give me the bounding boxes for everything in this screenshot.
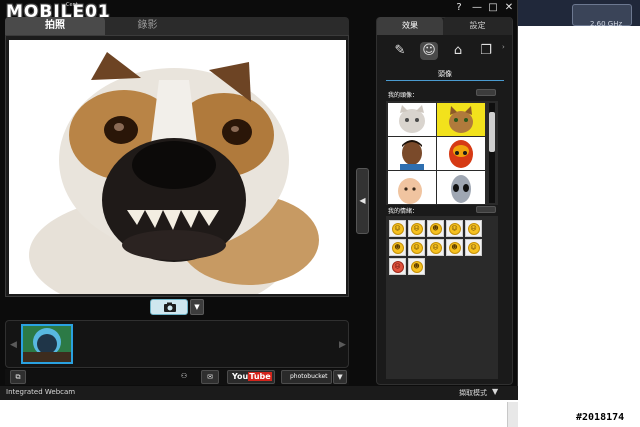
avatar-item[interactable] <box>437 137 485 170</box>
tab-effects[interactable]: 效果 <box>377 17 443 35</box>
avatar-item[interactable] <box>437 171 485 204</box>
alien-avatar <box>437 171 485 204</box>
tab-video[interactable]: 錄影 <box>105 17 190 35</box>
help-button[interactable]: ? <box>452 2 466 14</box>
emotion-item[interactable]: ☹ <box>389 258 406 275</box>
kitten-avatar <box>388 103 436 136</box>
palette-icon[interactable]: ✎ <box>391 42 409 60</box>
angry-icon: ☹ <box>391 260 404 273</box>
camera-icon <box>164 302 176 312</box>
grin-icon: ☻ <box>410 260 423 273</box>
fire-mask-avatar <box>437 137 485 170</box>
capture-button[interactable] <box>150 299 188 315</box>
avatar-item[interactable] <box>388 137 436 170</box>
more-share-dropdown[interactable]: ▼ <box>333 370 347 384</box>
strip-right-arrow-icon[interactable]: ▶ <box>339 340 346 350</box>
grin-icon: ☻ <box>391 241 404 254</box>
boy-avatar <box>388 137 436 170</box>
capture-options-dropdown[interactable]: ▼ <box>190 299 204 315</box>
maximize-button[interactable]: □ <box>486 2 500 14</box>
capture-mode-label[interactable]: 擷取模式 <box>459 388 487 398</box>
emotion-item[interactable]: ☹ <box>427 239 444 256</box>
my-emotions-label: 我的情緒： <box>388 208 419 215</box>
avatar-item[interactable] <box>388 103 436 136</box>
smile-icon: ☺ <box>410 241 423 254</box>
status-bar <box>0 386 518 400</box>
tab-photo[interactable]: 拍照 <box>5 17 105 35</box>
chevron-right-icon[interactable]: › <box>502 43 505 51</box>
smile-icon: ☺ <box>448 222 461 235</box>
avatar-item[interactable] <box>388 171 436 204</box>
minimize-button[interactable]: — <box>470 2 484 14</box>
thumbnail-image <box>23 326 71 362</box>
baby-avatar <box>388 171 436 204</box>
bulldog-image <box>9 40 346 294</box>
scene-icon[interactable]: ⌂ <box>449 42 467 60</box>
sad-icon: ☹ <box>467 222 480 235</box>
collapse-panel-button[interactable]: ◀ <box>356 168 369 234</box>
close-button[interactable]: ✕ <box>502 2 516 14</box>
frame-icon[interactable]: ❐ <box>477 42 495 60</box>
page-scrollbar[interactable] <box>507 402 518 427</box>
emotion-item[interactable]: ☹ <box>408 220 425 237</box>
emotion-item[interactable]: ☺ <box>465 239 482 256</box>
cat-avatar <box>437 103 485 136</box>
captured-thumbnail[interactable] <box>21 324 73 364</box>
effects-share-icon[interactable]: ⚇ <box>176 370 192 384</box>
youtube-logo: YouTube <box>232 372 272 381</box>
smile-icon: ☺ <box>467 241 480 254</box>
page-background <box>0 400 518 427</box>
emotion-item[interactable]: ☺ <box>446 220 463 237</box>
grin-icon: ☻ <box>429 222 442 235</box>
avatar-item[interactable] <box>437 103 485 136</box>
emotion-item[interactable]: ☻ <box>446 239 463 256</box>
mask-icon[interactable]: ☺ <box>420 42 438 60</box>
avatar-scroll-thumb[interactable] <box>489 112 495 152</box>
strip-left-arrow-icon[interactable]: ◀ <box>10 340 17 350</box>
desktop-gadget-text: 2.60 GHz <box>590 20 623 28</box>
avatar-grid <box>388 103 486 204</box>
watermark-cent: Cent <box>66 2 78 8</box>
emotion-item[interactable]: ☻ <box>389 239 406 256</box>
emotion-item[interactable]: ☻ <box>427 220 444 237</box>
grin-icon: ☻ <box>448 241 461 254</box>
photo-id-watermark: #2018174 <box>576 412 625 423</box>
gallery-icon[interactable]: ⧉ <box>10 370 26 384</box>
emotion-grid: ☺ ☹ ☻ ☺ ☹ ☻ ☺ ☹ ☻ ☺ ☹ ☻ <box>389 220 487 275</box>
smile-icon: ☺ <box>391 222 404 235</box>
emotions-menu-button[interactable] <box>476 206 496 213</box>
sad-icon: ☹ <box>429 241 442 254</box>
desktop-background <box>518 0 640 427</box>
photobucket-button[interactable]: photobucket <box>281 370 332 384</box>
capture-mode-dropdown-icon[interactable]: ▼ <box>492 387 498 396</box>
my-avatars-label: 我的頭像： <box>388 92 419 99</box>
avatar-section-title: 頭像 <box>386 69 504 81</box>
emotion-item[interactable]: ☺ <box>389 220 406 237</box>
emotion-item[interactable]: ☻ <box>408 258 425 275</box>
tab-settings[interactable]: 設定 <box>443 17 512 35</box>
emotion-item[interactable]: ☹ <box>465 220 482 237</box>
emotion-item[interactable]: ☺ <box>408 239 425 256</box>
sad-icon: ☹ <box>410 222 423 235</box>
avatars-menu-button[interactable] <box>476 89 496 96</box>
camera-preview <box>9 40 346 294</box>
mail-icon[interactable]: ✉ <box>201 370 219 384</box>
camera-name: Integrated Webcam <box>6 388 76 396</box>
